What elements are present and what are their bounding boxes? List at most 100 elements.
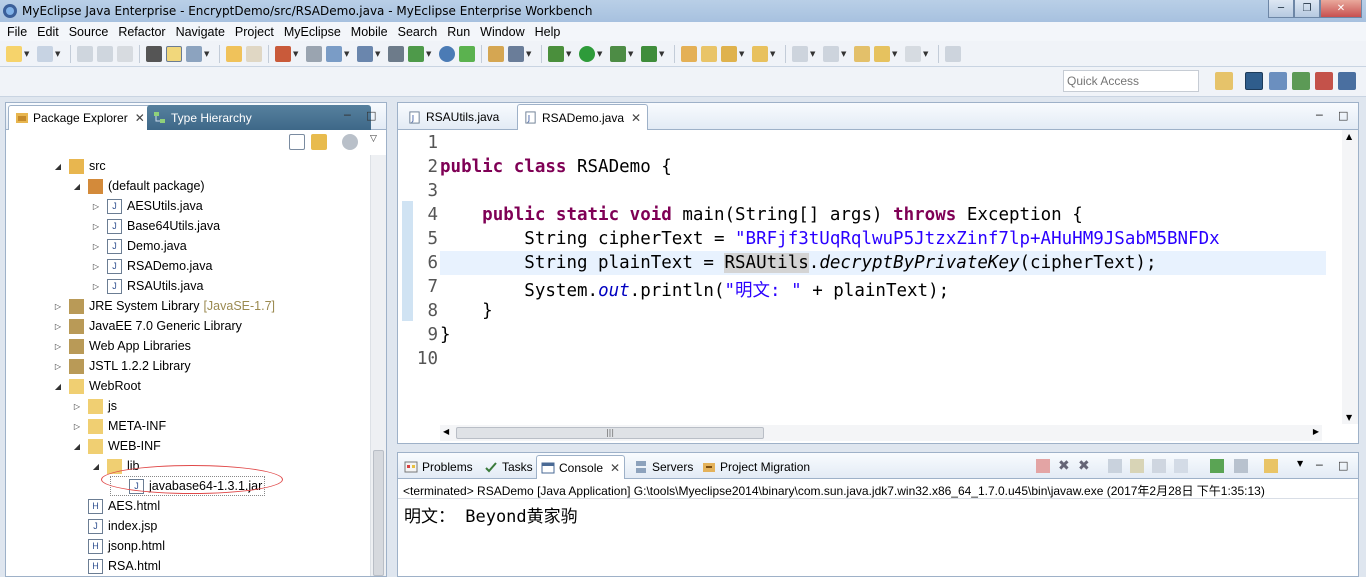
myeclipse-perspective-icon[interactable] <box>1245 72 1263 90</box>
open-folder-icon[interactable] <box>701 45 717 62</box>
link-with-editor-icon[interactable] <box>311 134 327 150</box>
remove-launch-icon[interactable]: ✖ <box>1058 459 1072 473</box>
tab-type-hierarchy[interactable]: Type Hierarchy <box>147 105 371 130</box>
menu-refactor[interactable]: Refactor <box>113 25 170 39</box>
collapsed-arrow-icon[interactable]: ▷ <box>53 342 63 351</box>
close-icon[interactable]: ✕ <box>135 111 145 125</box>
run-icon[interactable] <box>579 45 595 62</box>
chevron-down-icon[interactable]: ▼ <box>375 50 382 58</box>
deploy-icon[interactable] <box>388 45 404 62</box>
globe-icon[interactable] <box>439 45 455 62</box>
new-java-project-icon[interactable] <box>681 45 697 62</box>
menu-project[interactable]: Project <box>230 25 279 39</box>
image-perspective-icon[interactable] <box>1315 72 1333 90</box>
tree-item[interactable]: ▷ JRE System Library [JavaSE-1.7] <box>53 296 275 316</box>
collapse-all-icon[interactable] <box>289 134 305 150</box>
pin-console-icon[interactable] <box>1210 459 1224 473</box>
tree-item[interactable]: ◢ (default package) <box>72 176 205 196</box>
scrollbar-thumb[interactable] <box>373 450 384 576</box>
chevron-down-icon[interactable]: ▼ <box>24 50 31 58</box>
chevron-down-icon[interactable]: ▼ <box>923 50 930 58</box>
add-server-icon[interactable] <box>459 45 475 62</box>
scroll-lock-icon[interactable] <box>1130 459 1144 473</box>
tree-item[interactable]: ▷ JSTL 1.2.2 Library <box>53 356 191 376</box>
chevron-down-icon[interactable]: ▼ <box>426 50 433 58</box>
maximize-panel-icon[interactable]: □ <box>366 109 376 122</box>
scroll-down-icon[interactable]: ▼ <box>1346 413 1352 422</box>
last-edit-icon[interactable] <box>854 45 870 62</box>
menu-navigate[interactable]: Navigate <box>171 25 230 39</box>
expanded-arrow-icon[interactable]: ◢ <box>91 462 101 471</box>
tab-project-migration[interactable]: Project Migration <box>698 455 814 479</box>
scrollbar-thumb[interactable]: ||| <box>456 427 764 439</box>
wand-icon[interactable] <box>721 45 737 62</box>
next-annotation-icon[interactable] <box>792 45 808 62</box>
minimize-console-icon[interactable]: ─ <box>1316 459 1323 472</box>
new-wizard-icon[interactable] <box>37 45 53 62</box>
tree-item[interactable]: ▷ J Demo.java <box>91 236 187 256</box>
pin-icon[interactable] <box>186 45 202 62</box>
open-project-icon[interactable] <box>752 45 768 62</box>
collapsed-arrow-icon[interactable]: ▷ <box>53 302 63 311</box>
chevron-down-icon[interactable]: ▼ <box>566 50 573 58</box>
expanded-arrow-icon[interactable]: ◢ <box>53 382 63 391</box>
lock-icon[interactable] <box>306 45 322 62</box>
show-when-stdout-icon[interactable] <box>1174 459 1188 473</box>
annotation-next-icon[interactable] <box>226 45 242 62</box>
tab-rsautils-java[interactable]: J RSAUtils.java <box>402 104 505 130</box>
launch-icon[interactable] <box>357 45 373 62</box>
tab-problems[interactable]: Problems <box>400 455 477 479</box>
debug-icon[interactable] <box>548 45 564 62</box>
print-icon[interactable] <box>117 45 133 62</box>
clear-console-icon[interactable] <box>1108 459 1122 473</box>
tab-rsademo-java[interactable]: J RSADemo.java ✕ <box>517 104 649 130</box>
collapsed-arrow-icon[interactable]: ▷ <box>72 422 82 431</box>
quick-access-input[interactable] <box>1063 70 1199 92</box>
open-console-icon[interactable] <box>1264 459 1278 473</box>
chevron-down-icon[interactable]: ▼ <box>628 50 635 58</box>
close-icon[interactable]: ✕ <box>610 461 620 475</box>
tree-item[interactable]: ▷ J RSADemo.java <box>91 256 212 276</box>
menu-edit[interactable]: Edit <box>32 25 64 39</box>
chevron-down-icon[interactable]: ▼ <box>810 50 817 58</box>
collapsed-arrow-icon[interactable]: ▷ <box>91 242 101 251</box>
prev-annotation-icon[interactable] <box>823 45 839 62</box>
expanded-arrow-icon[interactable]: ◢ <box>72 182 82 191</box>
tree-item[interactable]: ▷ JavaEE 7.0 Generic Library <box>53 316 242 336</box>
restore-button[interactable]: ❐ <box>1294 0 1320 18</box>
chevron-down-icon[interactable]: ▼ <box>739 50 746 58</box>
view-menu-icon[interactable]: ▽ <box>370 134 377 144</box>
maximize-console-icon[interactable]: □ <box>1338 459 1348 472</box>
maximize-editor-icon[interactable]: □ <box>1338 109 1348 122</box>
minimize-button[interactable]: ─ <box>1268 0 1294 18</box>
tree-item[interactable]: ◢ src <box>53 156 106 176</box>
menu-window[interactable]: Window <box>475 25 529 39</box>
display-selected-console-icon[interactable] <box>1234 459 1248 473</box>
tree-item[interactable]: ▷ J Base64Utils.java <box>91 216 220 236</box>
close-window-button[interactable]: ✕ <box>1320 0 1362 18</box>
tree-item[interactable]: ◢ WebRoot <box>53 376 141 396</box>
collapsed-arrow-icon[interactable]: ▷ <box>91 222 101 231</box>
tab-package-explorer[interactable]: Package Explorer ✕ <box>8 105 152 130</box>
run-tool-icon[interactable] <box>326 45 342 62</box>
pin-editor-icon[interactable] <box>945 45 961 62</box>
tree-item[interactable]: ▷ Web App Libraries <box>53 336 191 356</box>
focus-icon[interactable] <box>342 134 358 150</box>
tree-item[interactable]: ▷ META-INF <box>72 416 166 436</box>
tree-item[interactable]: ▷ J RSAUtils.java <box>91 276 203 296</box>
tree-item[interactable]: H RSA.html <box>72 556 161 574</box>
chevron-down-icon[interactable]: ▼ <box>55 50 62 58</box>
new-icon[interactable] <box>6 45 22 62</box>
collapsed-arrow-icon[interactable]: ▷ <box>72 402 82 411</box>
menu-mobile[interactable]: Mobile <box>346 25 393 39</box>
tree-item[interactable]: ◢ WEB-INF <box>72 436 161 456</box>
browser-icon[interactable] <box>508 45 524 62</box>
menu-myeclipse[interactable]: MyEclipse <box>279 25 346 39</box>
scroll-right-icon[interactable]: ▶ <box>1313 427 1319 436</box>
tree-item[interactable]: ▷ js <box>72 396 117 416</box>
expanded-arrow-icon[interactable]: ◢ <box>72 442 82 451</box>
tab-servers[interactable]: Servers <box>630 455 697 479</box>
menu-search[interactable]: Search <box>393 25 443 39</box>
open-type-icon[interactable] <box>275 45 291 62</box>
remove-all-terminated-icon[interactable]: ✖ <box>1078 459 1092 473</box>
